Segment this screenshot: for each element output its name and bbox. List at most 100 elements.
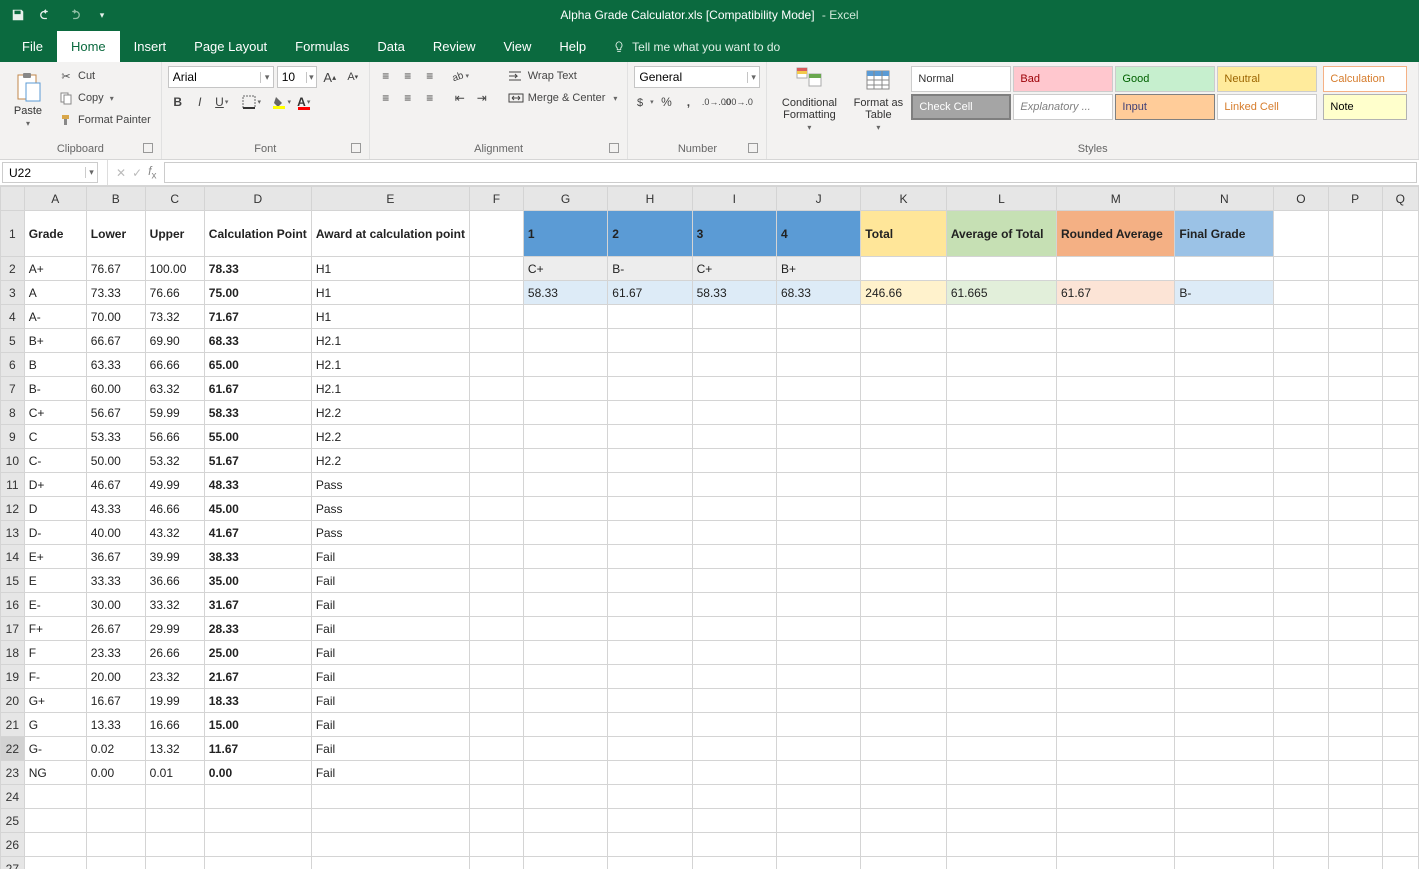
cell-J5[interactable]	[776, 329, 860, 353]
cell-D14[interactable]: 38.33	[204, 545, 311, 569]
cell-G2[interactable]: C+	[523, 257, 607, 281]
cell-D18[interactable]: 25.00	[204, 641, 311, 665]
cell-G5[interactable]	[523, 329, 607, 353]
cell-H18[interactable]	[608, 641, 692, 665]
col-header-I[interactable]: I	[692, 187, 776, 211]
cell-I10[interactable]	[692, 449, 776, 473]
cell-E25[interactable]	[311, 809, 469, 833]
col-header-N[interactable]: N	[1175, 187, 1274, 211]
cell-I13[interactable]	[692, 521, 776, 545]
tab-home[interactable]: Home	[57, 31, 120, 62]
cell-N8[interactable]	[1175, 401, 1274, 425]
cell-G19[interactable]	[523, 665, 607, 689]
col-header-J[interactable]: J	[776, 187, 860, 211]
cell-N16[interactable]	[1175, 593, 1274, 617]
cell-K18[interactable]	[861, 641, 947, 665]
percent-button[interactable]: %	[656, 92, 676, 112]
cell-I16[interactable]	[692, 593, 776, 617]
align-bottom-icon[interactable]: ≡	[420, 66, 440, 86]
cell-E22[interactable]: Fail	[311, 737, 469, 761]
cell-J21[interactable]	[776, 713, 860, 737]
row-header-9[interactable]: 9	[1, 425, 25, 449]
cell-N22[interactable]	[1175, 737, 1274, 761]
cell-E10[interactable]: H2.2	[311, 449, 469, 473]
cell-Q21[interactable]	[1382, 713, 1418, 737]
cell-N25[interactable]	[1175, 809, 1274, 833]
row-header-15[interactable]: 15	[1, 569, 25, 593]
row-header-25[interactable]: 25	[1, 809, 25, 833]
cell-C15[interactable]: 36.66	[145, 569, 204, 593]
orientation-button[interactable]: ab	[450, 66, 470, 86]
cell-K5[interactable]	[861, 329, 947, 353]
cell-J25[interactable]	[776, 809, 860, 833]
cell-O16[interactable]	[1274, 593, 1328, 617]
cell-C8[interactable]: 59.99	[145, 401, 204, 425]
cell-K23[interactable]	[861, 761, 947, 785]
cell-P21[interactable]	[1328, 713, 1382, 737]
cell-J22[interactable]	[776, 737, 860, 761]
row-header-26[interactable]: 26	[1, 833, 25, 857]
cell-M10[interactable]	[1057, 449, 1175, 473]
enter-formula-icon[interactable]: ✓	[132, 166, 142, 180]
cell-A20[interactable]: G+	[24, 689, 86, 713]
cell-C11[interactable]: 49.99	[145, 473, 204, 497]
cell-J2[interactable]: B+	[776, 257, 860, 281]
cell-F11[interactable]	[469, 473, 523, 497]
row-header-14[interactable]: 14	[1, 545, 25, 569]
cell-O4[interactable]	[1274, 305, 1328, 329]
cell-I21[interactable]	[692, 713, 776, 737]
cell-P25[interactable]	[1328, 809, 1382, 833]
cell-H9[interactable]	[608, 425, 692, 449]
format-painter-button[interactable]: Format Painter	[54, 110, 155, 130]
cell-I23[interactable]	[692, 761, 776, 785]
cell-B6[interactable]: 63.33	[86, 353, 145, 377]
cell-I22[interactable]	[692, 737, 776, 761]
cell-J7[interactable]	[776, 377, 860, 401]
style-note[interactable]: Note	[1323, 94, 1407, 120]
cell-O22[interactable]	[1274, 737, 1328, 761]
cell-C12[interactable]: 46.66	[145, 497, 204, 521]
cell-N18[interactable]	[1175, 641, 1274, 665]
row-header-16[interactable]: 16	[1, 593, 25, 617]
cell-E12[interactable]: Pass	[311, 497, 469, 521]
cell-I12[interactable]	[692, 497, 776, 521]
cell-O21[interactable]	[1274, 713, 1328, 737]
cell-A17[interactable]: F+	[24, 617, 86, 641]
cell-J24[interactable]	[776, 785, 860, 809]
cell-O25[interactable]	[1274, 809, 1328, 833]
cell-F8[interactable]	[469, 401, 523, 425]
cell-styles-gallery[interactable]: Normal Bad Good Neutral Check Cell Expla…	[911, 66, 1317, 120]
cell-N14[interactable]	[1175, 545, 1274, 569]
cell-L27[interactable]	[946, 857, 1056, 869]
cell-C18[interactable]: 26.66	[145, 641, 204, 665]
header-L[interactable]: Average of Total	[946, 211, 1056, 257]
cell-A19[interactable]: F-	[24, 665, 86, 689]
cell-P3[interactable]	[1328, 281, 1382, 305]
cell-H5[interactable]	[608, 329, 692, 353]
style-neutral[interactable]: Neutral	[1217, 66, 1317, 92]
cell-F17[interactable]	[469, 617, 523, 641]
cell-N9[interactable]	[1175, 425, 1274, 449]
header-I[interactable]: 3	[692, 211, 776, 257]
align-middle-icon[interactable]: ≡	[398, 66, 418, 86]
cell-E27[interactable]	[311, 857, 469, 869]
cell-J9[interactable]	[776, 425, 860, 449]
cell-Q15[interactable]	[1382, 569, 1418, 593]
row-header-7[interactable]: 7	[1, 377, 25, 401]
cell-P6[interactable]	[1328, 353, 1382, 377]
cell-E16[interactable]: Fail	[311, 593, 469, 617]
cell-J3[interactable]: 68.33	[776, 281, 860, 305]
cell-B19[interactable]: 20.00	[86, 665, 145, 689]
cell-M18[interactable]	[1057, 641, 1175, 665]
cell-F4[interactable]	[469, 305, 523, 329]
cell-G6[interactable]	[523, 353, 607, 377]
tab-help[interactable]: Help	[545, 31, 600, 62]
col-header-G[interactable]: G	[523, 187, 607, 211]
cell-N2[interactable]	[1175, 257, 1274, 281]
cell-F26[interactable]	[469, 833, 523, 857]
cell-B16[interactable]: 30.00	[86, 593, 145, 617]
cell-D21[interactable]: 15.00	[204, 713, 311, 737]
cell-L16[interactable]	[946, 593, 1056, 617]
cell-N21[interactable]	[1175, 713, 1274, 737]
cell-D24[interactable]	[204, 785, 311, 809]
